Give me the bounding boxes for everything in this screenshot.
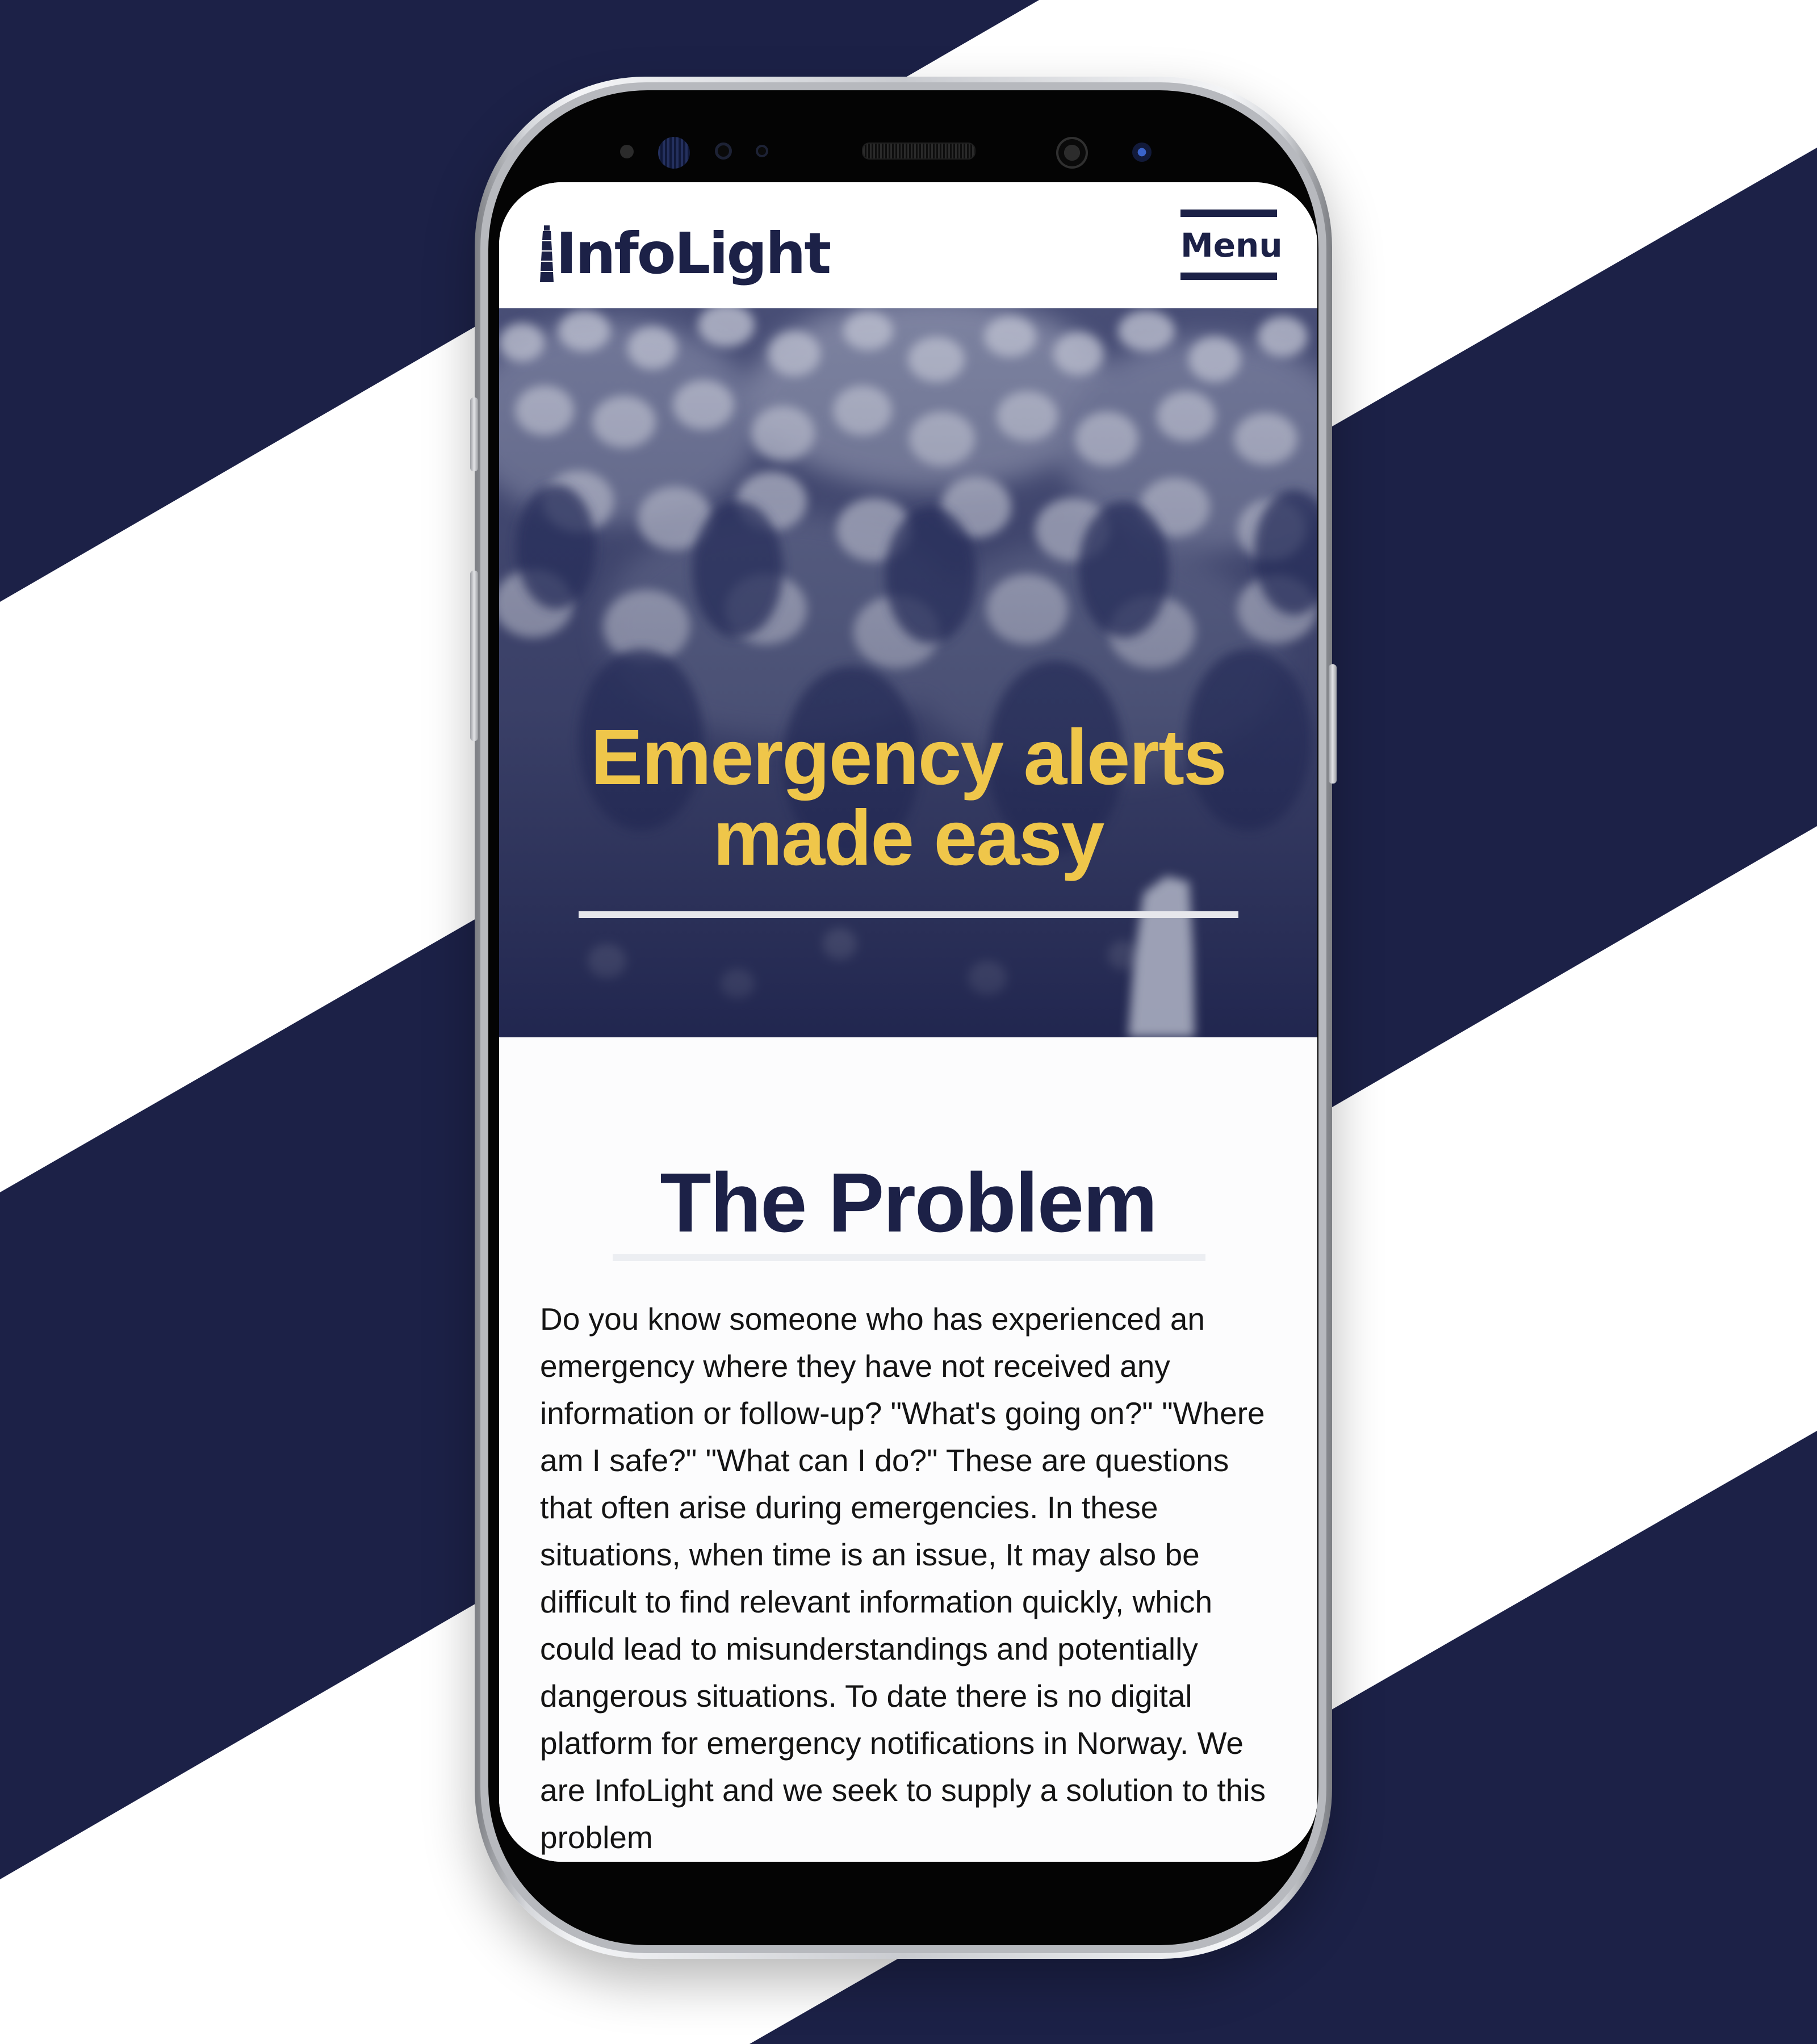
earpiece-speaker (862, 143, 976, 160)
problem-section: The Problem Do you know someone who has … (499, 1037, 1317, 1862)
volume-side-button (470, 571, 478, 741)
front-camera-icon (1056, 137, 1088, 169)
menu-top-bar (1180, 210, 1277, 217)
site-header: InfoLight Menu (499, 182, 1317, 308)
crowd-background-image (499, 308, 1317, 1037)
lighthouse-icon (540, 225, 554, 282)
bixby-side-button (470, 397, 478, 471)
menu-label: Menu (1180, 226, 1283, 265)
sensor-ring-icon (715, 143, 732, 160)
hero-divider (579, 911, 1238, 918)
mockup-stage: InfoLight Menu Emergency alerts made eas… (0, 0, 1817, 2044)
phone-screen: InfoLight Menu Emergency alerts made eas… (499, 182, 1317, 1862)
proximity-sensor-icon (620, 145, 634, 158)
logo-wordmark: InfoLight (556, 220, 831, 287)
problem-body-text: Do you know someone who has experienced … (540, 1301, 1266, 1855)
sensor-dot-icon (756, 145, 768, 157)
menu-button[interactable]: Menu (1180, 210, 1283, 280)
hero-title: Emergency alerts made easy (591, 714, 1227, 882)
iris-led-icon (1132, 143, 1152, 162)
power-side-button (1329, 664, 1337, 784)
infolight-logo[interactable]: InfoLight (540, 220, 831, 287)
problem-divider (613, 1254, 1205, 1261)
iris-scanner-icon (658, 137, 690, 169)
hero-banner: Emergency alerts made easy (499, 308, 1317, 1037)
menu-bottom-bar (1180, 273, 1277, 280)
problem-title: The Problem (660, 1156, 1157, 1250)
